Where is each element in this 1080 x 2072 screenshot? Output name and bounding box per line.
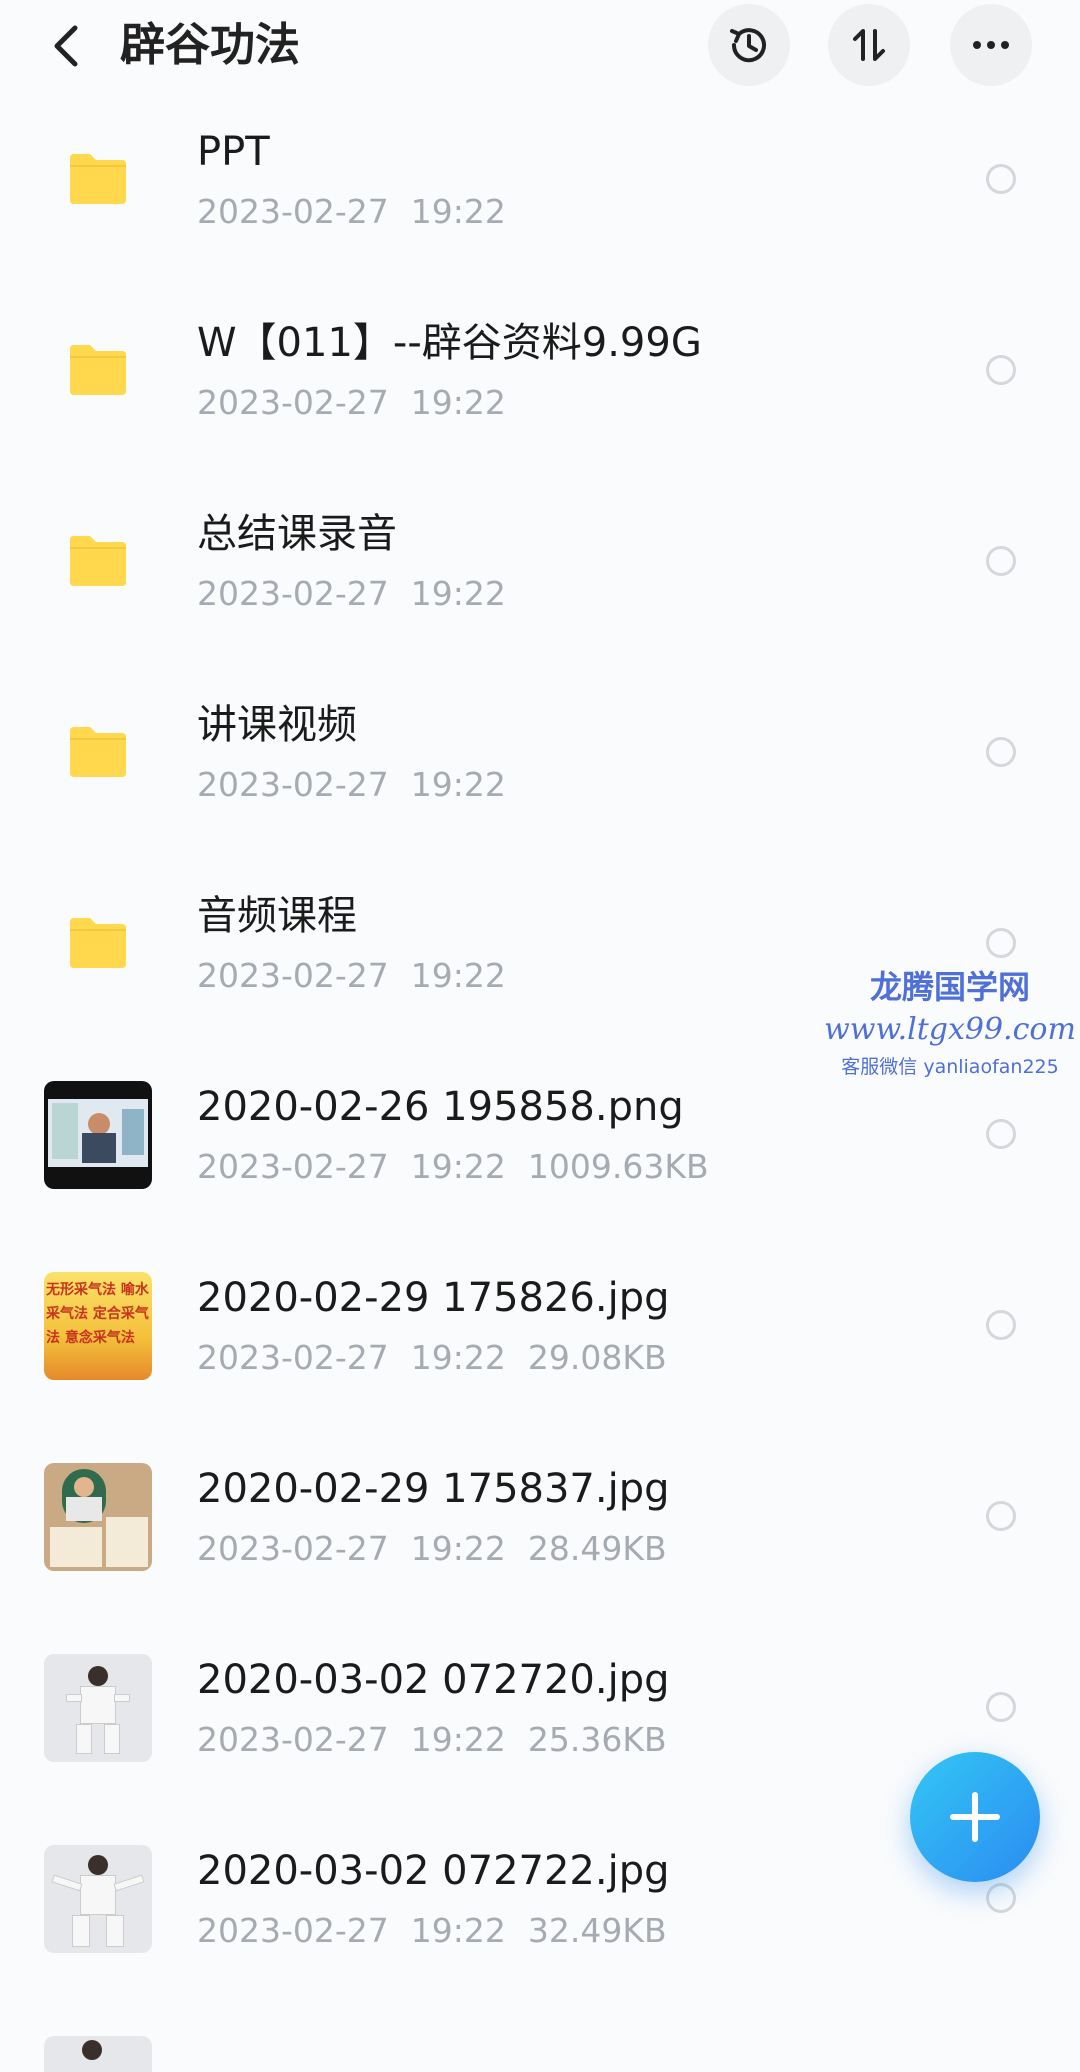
item-meta: 2023-02-27 19:22 <box>197 574 506 613</box>
item-name: 2020-03-02 072722.jpg <box>197 1848 670 1894</box>
folder-icon <box>70 727 126 777</box>
plus-icon <box>950 1792 1000 1842</box>
image-thumbnail <box>44 1463 152 1571</box>
watermark: 龙腾国学网 www.ltgx99.com 客服微信 yanliaofan225 <box>820 966 1080 1082</box>
select-radio[interactable] <box>986 1883 1016 1913</box>
image-thumbnail <box>44 1845 152 1953</box>
item-meta: 2023-02-27 19:22 25.36KB <box>197 1720 667 1759</box>
sort-icon <box>853 29 885 61</box>
list-item[interactable]: 总结课录音 2023-02-27 19:22 <box>0 466 1080 657</box>
item-meta: 2023-02-27 19:22 28.49KB <box>197 1529 667 1568</box>
item-meta: 2023-02-27 19:22 32.49KB <box>197 1911 667 1950</box>
folder-icon <box>70 918 126 968</box>
folder-icon <box>70 536 126 586</box>
history-button[interactable] <box>708 4 790 86</box>
item-name: 2020-02-29 175837.jpg <box>197 1466 670 1512</box>
item-meta: 2023-02-27 19:22 <box>197 192 506 231</box>
item-name: 2020-02-26 195858.png <box>197 1084 684 1130</box>
item-name: 讲课视频 <box>197 702 357 748</box>
item-name: 2020-02-29 175826.jpg <box>197 1275 670 1321</box>
select-radio[interactable] <box>986 737 1016 767</box>
item-name: 总结课录音 <box>197 511 397 557</box>
watermark-title: 龙腾国学网 <box>869 968 1030 1006</box>
select-radio[interactable] <box>986 1310 1016 1340</box>
item-name: PPT <box>197 129 270 175</box>
select-radio[interactable] <box>986 355 1016 385</box>
sort-button[interactable] <box>828 4 910 86</box>
item-name: W【011】--辟谷资料9.99G <box>197 320 702 366</box>
item-meta: 2023-02-27 19:22 <box>197 765 506 804</box>
select-radio[interactable] <box>986 928 1016 958</box>
list-item[interactable]: W【011】--辟谷资料9.99G 2023-02-27 19:22 <box>0 275 1080 466</box>
item-meta: 2023-02-27 19:22 1009.63KB <box>197 1147 709 1186</box>
add-button[interactable] <box>910 1752 1040 1882</box>
list-item[interactable]: 讲课视频 2023-02-27 19:22 <box>0 657 1080 848</box>
image-thumbnail: 无形采气法 喻水采气法 定合采气法 意念采气法 <box>44 1272 152 1380</box>
select-radio[interactable] <box>986 1692 1016 1722</box>
select-radio[interactable] <box>986 546 1016 576</box>
list-item[interactable]: 2020-03-02 072720.jpg 2023-02-27 19:22 25.… <box>0 1612 1080 1803</box>
image-thumbnail <box>44 1654 152 1762</box>
watermark-url: www.ltgx99.com <box>824 1012 1076 1047</box>
item-meta: 2023-02-27 19:22 <box>197 383 506 422</box>
back-arrow-icon[interactable] <box>44 18 88 74</box>
thumbnail-text: 无形采气法 喻水采气法 定合采气法 意念采气法 <box>46 1282 149 1346</box>
history-icon <box>730 28 766 63</box>
more-icon <box>973 41 1009 49</box>
top-bar: 辟谷功法 <box>0 0 1080 92</box>
watermark-contact: 客服微信 yanliaofan225 <box>841 1056 1059 1078</box>
page-title: 辟谷功法 <box>120 18 301 71</box>
image-thumbnail <box>44 1081 152 1189</box>
select-radio[interactable] <box>986 164 1016 194</box>
list-item[interactable]: PPT 2023-02-27 19:22 <box>0 84 1080 275</box>
item-meta: 2023-02-27 19:22 29.08KB <box>197 1338 667 1377</box>
item-meta: 2023-02-27 19:22 <box>197 956 506 995</box>
list-item[interactable]: 无形采气法 喻水采气法 定合采气法 意念采气法 2020-02-29 17582… <box>0 1230 1080 1421</box>
select-radio[interactable] <box>986 1501 1016 1531</box>
folder-icon <box>70 154 126 204</box>
more-button[interactable] <box>950 4 1032 86</box>
folder-icon <box>70 345 126 395</box>
select-radio[interactable] <box>986 1119 1016 1149</box>
list-item[interactable]: 2020-02-29 175837.jpg 2023-02-27 19:22 28.… <box>0 1421 1080 1612</box>
item-name: 2020-03-02 072720.jpg <box>197 1657 670 1703</box>
item-name: 音频课程 <box>197 893 357 939</box>
list-item-partial[interactable] <box>0 2036 1080 2072</box>
